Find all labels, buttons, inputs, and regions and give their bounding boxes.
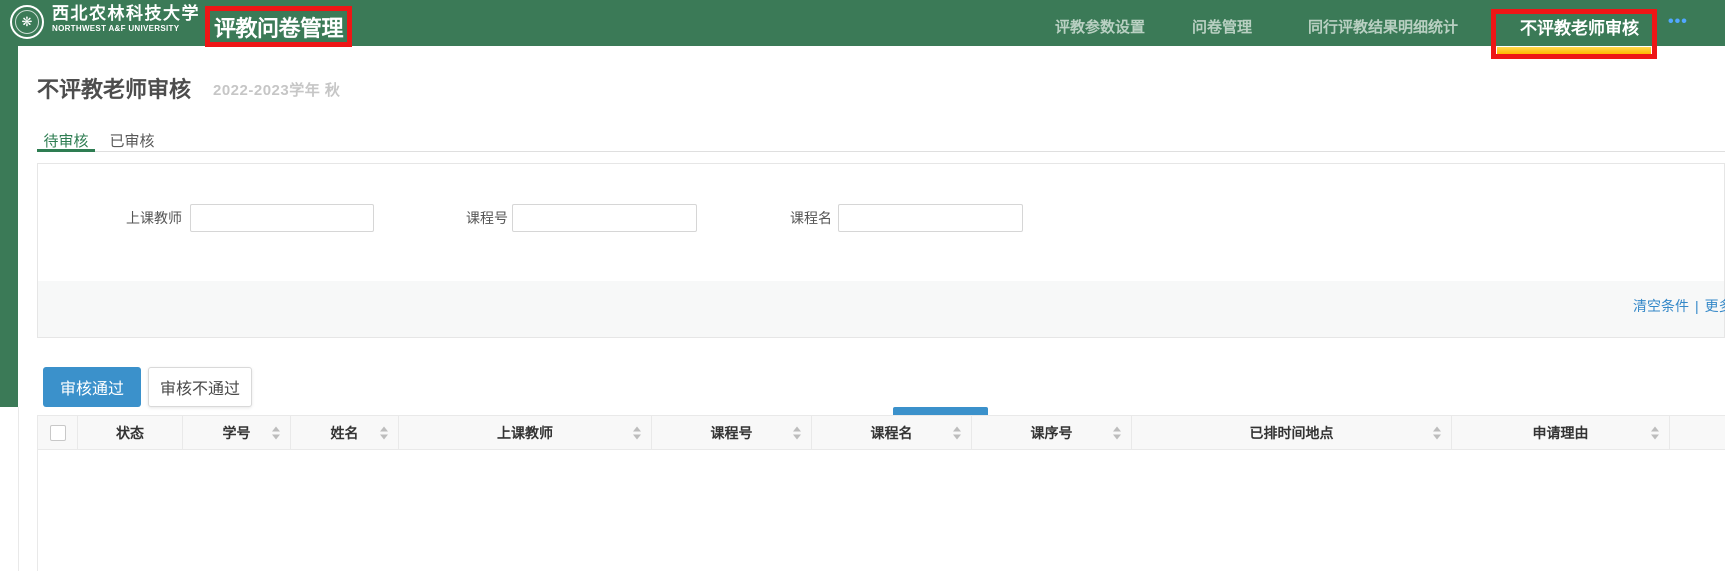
column-header-5: 课程名 bbox=[812, 416, 972, 449]
app-header: ❋ 西北农林科技大学 NORTHWEST A&F UNIVERSITY 评教问卷… bbox=[0, 0, 1725, 46]
column-header-0: 状态 bbox=[78, 416, 183, 449]
table-header: 状态 学号 姓名 上课教师 课程号 课程名 课序号 已排时间地点 申请理由 bbox=[37, 415, 1725, 450]
filter-panel: 上课教师 课程号 课程名 搜索 bbox=[37, 163, 1725, 338]
sort-up-icon bbox=[1113, 426, 1121, 431]
active-nav-underline bbox=[1497, 47, 1651, 54]
sort-icon[interactable] bbox=[1433, 426, 1441, 439]
course-name-input[interactable] bbox=[838, 204, 1023, 232]
approve-button[interactable]: 审核通过 bbox=[43, 367, 141, 407]
nav-item-0[interactable]: 评教参数设置 bbox=[1054, 16, 1146, 37]
sort-icon[interactable] bbox=[793, 426, 801, 439]
header-spacer-cell bbox=[1670, 416, 1725, 449]
column-label: 姓名 bbox=[331, 423, 359, 443]
column-label: 课程号 bbox=[711, 423, 753, 443]
column-header-3: 上课教师 bbox=[399, 416, 652, 449]
sort-down-icon bbox=[793, 434, 801, 439]
university-name-en: NORTHWEST A&F UNIVERSITY bbox=[52, 25, 200, 33]
annotation-highlight-app-title: 评教问卷管理 bbox=[205, 6, 352, 47]
column-header-7: 已排时间地点 bbox=[1132, 416, 1452, 449]
link-divider: | bbox=[1695, 298, 1699, 314]
filter-footer: 搜索 bbox=[38, 281, 1724, 337]
column-header-1: 学号 bbox=[183, 416, 291, 449]
sort-down-icon bbox=[380, 434, 388, 439]
app-title: 评教问卷管理 bbox=[214, 11, 343, 43]
teacher-label: 上课教师 bbox=[92, 210, 182, 226]
sort-icon[interactable] bbox=[380, 426, 388, 439]
sort-up-icon bbox=[1651, 426, 1659, 431]
column-label: 上课教师 bbox=[497, 423, 553, 443]
sort-up-icon bbox=[953, 426, 961, 431]
sort-up-icon bbox=[633, 426, 641, 431]
more-menu-icon[interactable]: ••• bbox=[1668, 13, 1688, 31]
column-label: 课程名 bbox=[871, 423, 913, 443]
tab-reviewed[interactable]: 已审核 bbox=[104, 130, 160, 151]
select-all-checkbox[interactable] bbox=[50, 425, 66, 441]
course-no-label: 课程号 bbox=[418, 210, 508, 226]
course-no-input[interactable] bbox=[512, 204, 697, 232]
left-green-strip bbox=[0, 46, 18, 407]
filter-links: 清空条件 | 更多 bbox=[1633, 296, 1725, 316]
column-header-8: 申请理由 bbox=[1452, 416, 1670, 449]
university-logo-seal-icon: ❋ bbox=[10, 5, 44, 39]
sort-icon[interactable] bbox=[633, 426, 641, 439]
sort-down-icon bbox=[1433, 434, 1441, 439]
tab-pending-review[interactable]: 待审核 bbox=[38, 130, 94, 151]
sort-down-icon bbox=[1113, 434, 1121, 439]
active-tab-underline bbox=[37, 149, 95, 152]
column-header-6: 课序号 bbox=[972, 416, 1132, 449]
sort-down-icon bbox=[953, 434, 961, 439]
column-header-2: 姓名 bbox=[291, 416, 399, 449]
select-all-cell bbox=[38, 416, 78, 449]
university-name-cn: 西北农林科技大学 bbox=[52, 5, 200, 22]
column-label: 状态 bbox=[116, 423, 144, 443]
more-filters-link[interactable]: 更多 bbox=[1705, 298, 1725, 314]
sort-up-icon bbox=[380, 426, 388, 431]
nav-item-2[interactable]: 同行评教结果明细统计 bbox=[1307, 16, 1459, 37]
course-name-label: 课程名 bbox=[742, 210, 832, 226]
sort-icon[interactable] bbox=[1651, 426, 1659, 439]
clear-filters-link[interactable]: 清空条件 bbox=[1633, 298, 1689, 314]
column-label: 学号 bbox=[223, 423, 251, 443]
sort-up-icon bbox=[793, 426, 801, 431]
sort-down-icon bbox=[1651, 434, 1659, 439]
sort-up-icon bbox=[272, 426, 280, 431]
tabs-divider bbox=[37, 151, 1725, 152]
sort-down-icon bbox=[272, 434, 280, 439]
sort-icon[interactable] bbox=[953, 426, 961, 439]
page-title: 不评教老师审核 bbox=[37, 72, 191, 104]
nav-item-1[interactable]: 问卷管理 bbox=[1191, 16, 1253, 37]
reject-button[interactable]: 审核不通过 bbox=[148, 367, 252, 407]
sort-down-icon bbox=[633, 434, 641, 439]
table-body bbox=[37, 450, 1725, 571]
column-header-4: 课程号 bbox=[652, 416, 812, 449]
sort-icon[interactable] bbox=[1113, 426, 1121, 439]
column-label: 已排时间地点 bbox=[1250, 423, 1334, 443]
sort-icon[interactable] bbox=[272, 426, 280, 439]
content-left-border bbox=[18, 407, 19, 571]
sort-up-icon bbox=[1433, 426, 1441, 431]
column-label: 申请理由 bbox=[1533, 423, 1589, 443]
column-label: 课序号 bbox=[1031, 423, 1073, 443]
university-name-block: 西北农林科技大学 NORTHWEST A&F UNIVERSITY bbox=[52, 5, 200, 33]
semester-label: 2022-2023学年 秋 bbox=[213, 79, 340, 100]
teacher-input[interactable] bbox=[190, 204, 374, 232]
